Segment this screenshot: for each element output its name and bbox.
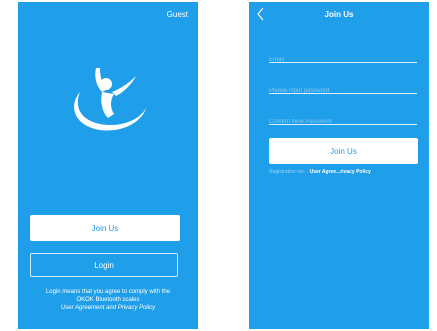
email-input[interactable] [269,54,417,66]
password-input[interactable] [269,85,417,97]
submit-join-button[interactable]: Join Us [269,138,418,164]
user-agreement-link[interactable]: User Agree...rivacy Policy [310,169,371,175]
join-us-button[interactable]: Join Us [30,215,180,241]
legal-notice: Login means that you agree to comply wit… [24,288,192,312]
page-title: Join Us [324,10,354,19]
password-field [269,79,417,97]
login-screen: Guest Join Us Login Login means that you… [18,2,198,329]
registration-note-text: Registration me... [269,169,309,175]
guest-link[interactable]: Guest [167,10,188,19]
join-screen: Join Us Join Us Registration me... User … [249,2,429,329]
person-jumping-logo-icon [74,68,146,131]
email-field [269,48,417,66]
confirm-password-field [269,110,417,128]
top-bar: Join Us [249,2,429,32]
confirm-password-input[interactable] [269,116,417,128]
screenshot-stage: Guest Join Us Login Login means that you… [0,0,437,331]
registration-note: Registration me... User Agree...rivacy P… [269,169,429,176]
user-agreement-link[interactable]: User Agreement and Privacy Policy [24,304,192,312]
legal-line-1: Login means that you agree to comply wit… [45,289,171,295]
login-button[interactable]: Login [30,253,178,277]
legal-line-2: OKOK Bluetooth scales [76,297,140,303]
